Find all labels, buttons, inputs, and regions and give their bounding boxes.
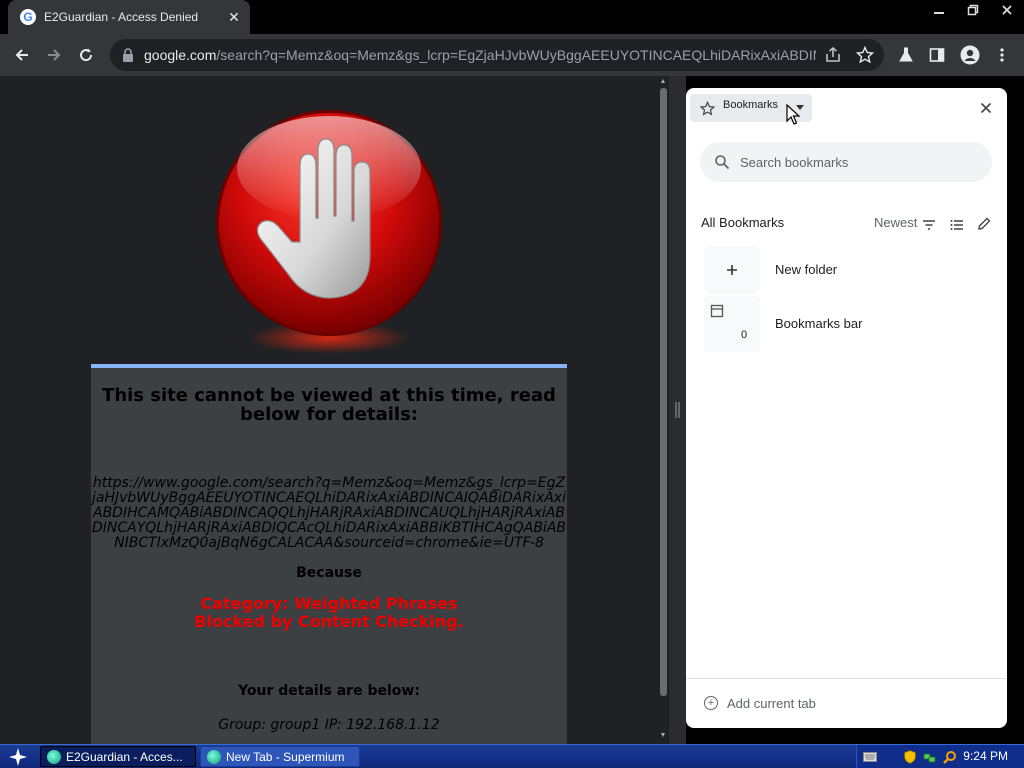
- block-title: This site cannot be viewed at this time,…: [102, 385, 556, 425]
- tab-close-icon[interactable]: ✕: [224, 7, 244, 27]
- edit-pencil-icon[interactable]: [976, 216, 992, 232]
- sort-dropdown[interactable]: Newest: [874, 215, 917, 230]
- category-line: Category: Weighted Phrases: [200, 594, 458, 613]
- bookmark-item-bookmarks-bar[interactable]: 0 Bookmarks bar: [704, 296, 994, 352]
- bookmark-star-icon[interactable]: [856, 46, 874, 64]
- side-panel-resize-strip: [669, 76, 686, 744]
- new-folder-tile: [704, 246, 760, 294]
- block-category: Category: Weighted Phrases Blocked by Co…: [91, 595, 567, 631]
- back-button[interactable]: [6, 39, 38, 71]
- panel-close-button[interactable]: [977, 99, 995, 117]
- folder-icon: [710, 304, 724, 318]
- blocked-url: https://www.google.com/search?q=Memz&oq=…: [92, 475, 567, 551]
- labs-flask-button[interactable]: [890, 39, 922, 71]
- screen: G E2Guardian - Access Denied ✕ google.co…: [0, 0, 1024, 768]
- tab-title: E2Guardian - Access Denied: [44, 10, 199, 24]
- scroll-up-icon[interactable]: ▲: [659, 78, 667, 85]
- browser-tab[interactable]: G E2Guardian - Access Denied ✕: [8, 0, 250, 34]
- search-bookmarks-input[interactable]: [740, 154, 960, 170]
- restore-icon[interactable]: [956, 0, 990, 20]
- group-ip-line: Group: group1 IP: 192.168.1.12: [218, 717, 440, 733]
- stop-hand-icon: [212, 106, 446, 356]
- page-content: This site cannot be viewed at this time,…: [0, 76, 657, 744]
- window-controls: [922, 0, 1024, 20]
- share-icon[interactable]: [824, 46, 842, 64]
- add-circle-icon: +: [704, 696, 718, 710]
- clock: 9:24 PM: [963, 749, 1008, 763]
- browser-toolbar: google.com/search?q=Memz&oq=Memz&gs_lcrp…: [0, 34, 1024, 76]
- lock-icon: [123, 48, 133, 62]
- bookmarks-bar-tile: 0: [704, 296, 760, 352]
- flask-icon: [899, 47, 913, 62]
- taskbar-button-e2guardian[interactable]: E2Guardian - Acces...: [40, 746, 196, 767]
- google-favicon-icon: G: [20, 9, 36, 25]
- scrollbar-thumb[interactable]: [660, 88, 667, 696]
- menu-button[interactable]: [986, 39, 1018, 71]
- back-arrow-icon: [15, 49, 28, 61]
- keyboard-icon[interactable]: [863, 750, 877, 764]
- bookmark-item-new-folder[interactable]: New folder: [704, 246, 994, 296]
- system-tray: 9:24 PM: [856, 745, 1024, 768]
- add-current-tab-label: Add current tab: [727, 695, 816, 711]
- side-panel-icon: [929, 48, 945, 62]
- minimize-icon[interactable]: [922, 0, 956, 20]
- details-label: Your details are below:: [238, 683, 420, 699]
- bookmark-name: Bookmarks bar: [775, 316, 863, 331]
- profile-button[interactable]: [954, 39, 986, 71]
- add-current-tab-button[interactable]: + Add current tab: [696, 689, 824, 717]
- search-icon: [715, 155, 730, 170]
- side-panel-button[interactable]: [921, 39, 953, 71]
- reload-icon: [80, 48, 93, 62]
- start-button[interactable]: [0, 745, 36, 768]
- taskbar: E2Guardian - Acces... New Tab - Supermiu…: [0, 744, 1024, 768]
- list-view-icon[interactable]: [949, 217, 965, 233]
- panel-footer: + Add current tab: [686, 678, 1007, 728]
- sort-filter-icon[interactable]: [921, 217, 937, 233]
- resize-handle[interactable]: [675, 402, 680, 418]
- bookmark-name: New folder: [775, 262, 838, 277]
- page-scrollbar[interactable]: ▲ ▼: [657, 76, 669, 744]
- reason-line: Blocked by Content Checking.: [194, 612, 464, 631]
- reload-button[interactable]: [70, 39, 102, 71]
- network-icon[interactable]: [923, 750, 937, 764]
- profile-avatar-icon: [960, 45, 980, 65]
- close-icon: [980, 102, 992, 114]
- window-close-icon[interactable]: [990, 0, 1024, 20]
- bookmark-count: 0: [741, 329, 748, 341]
- because-label: Because: [296, 565, 362, 581]
- address-bar[interactable]: google.com/search?q=Memz&oq=Memz&gs_lcrp…: [110, 39, 884, 71]
- taskbar-button-new-tab[interactable]: New Tab - Supermium: [200, 746, 360, 767]
- scroll-down-icon[interactable]: ▼: [659, 732, 667, 739]
- bookmarks-search[interactable]: [700, 142, 992, 182]
- search-tray-icon[interactable]: [943, 750, 957, 764]
- all-bookmarks-title: All Bookmarks: [701, 215, 785, 230]
- mouse-cursor-icon: [786, 104, 800, 125]
- browser-app-icon: [207, 749, 221, 764]
- bookmarks-side-panel: Bookmarks All Bookmarks Newest New folde…: [686, 88, 1007, 728]
- taskbar-button-label: E2Guardian - Acces...: [66, 749, 183, 764]
- block-message-card: This site cannot be viewed at this time,…: [91, 364, 567, 744]
- tab-strip: G E2Guardian - Access Denied ✕: [0, 0, 1024, 34]
- address-url: google.com/search?q=Memz&oq=Memz&gs_lcrp…: [144, 47, 816, 63]
- browser-app-icon: [47, 749, 61, 764]
- dropdown-label: Bookmarks: [723, 99, 779, 111]
- kebab-menu-icon: [1000, 48, 1004, 62]
- plus-icon: [727, 265, 737, 275]
- forward-button[interactable]: [38, 39, 70, 71]
- star-icon: [700, 100, 715, 116]
- forward-arrow-icon: [48, 49, 61, 61]
- new-tab-button[interactable]: [258, 6, 280, 28]
- start-star-icon: [9, 747, 27, 766]
- security-shield-icon[interactable]: [903, 749, 917, 764]
- taskbar-button-label: New Tab - Supermium: [226, 749, 345, 764]
